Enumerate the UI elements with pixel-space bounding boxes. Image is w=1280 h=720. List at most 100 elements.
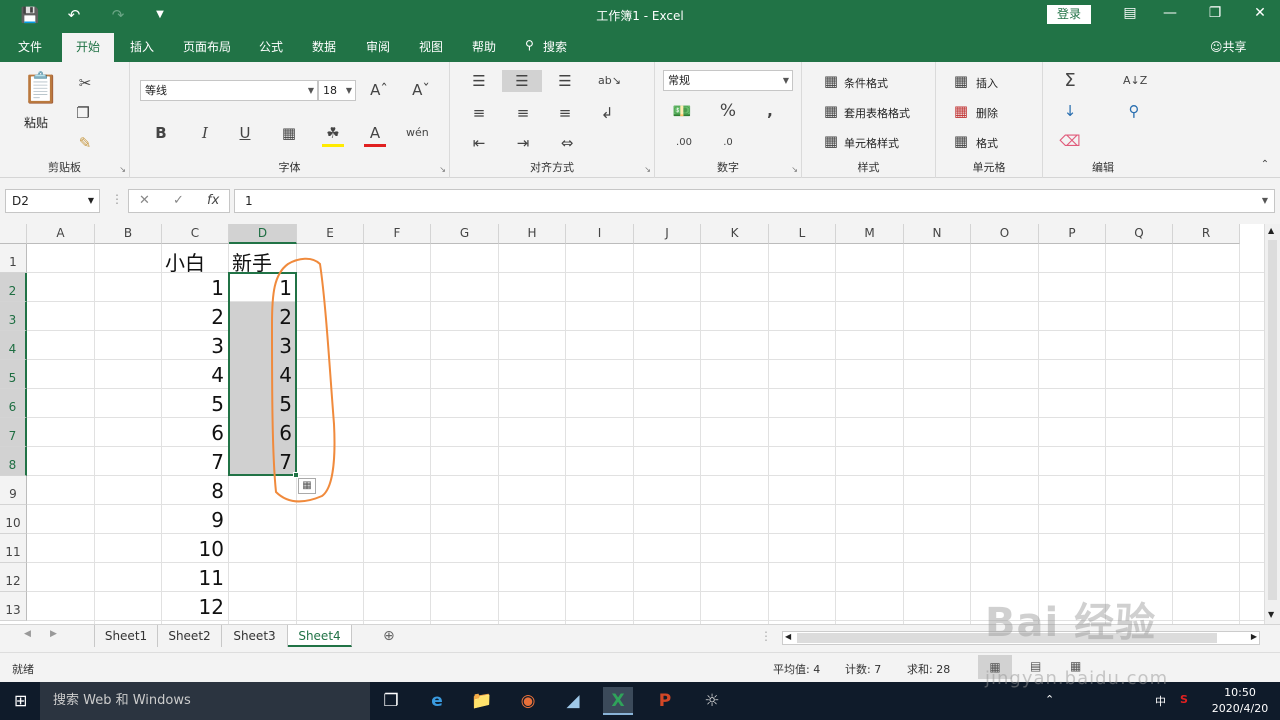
restore-icon[interactable]: ❐	[1200, 5, 1230, 21]
app-icon[interactable]: ◢	[558, 687, 588, 715]
scroll-down-icon[interactable]: ▼	[1268, 610, 1274, 619]
tab-insert[interactable]: 插入	[130, 38, 154, 55]
taskbar-search[interactable]: 搜索 Web 和 Windows	[40, 682, 370, 720]
conditional-format-button[interactable]: 条件格式	[844, 75, 888, 91]
column-header-j[interactable]: J	[634, 224, 701, 244]
search-icon[interactable]: ⚲	[525, 38, 534, 52]
cell-d3[interactable]: 2	[232, 305, 292, 329]
row-header-1[interactable]: 1	[0, 244, 27, 273]
row-header-4[interactable]: 4	[0, 331, 27, 360]
powerpoint-icon[interactable]: P	[650, 687, 680, 715]
alignment-launcher-icon[interactable]: ↘	[644, 165, 651, 174]
cell-d7[interactable]: 6	[232, 421, 292, 445]
align-center-icon[interactable]: ≡	[512, 102, 534, 124]
clear-icon[interactable]: ⌫	[1059, 130, 1081, 152]
row-header-13[interactable]: 13	[0, 592, 27, 621]
tab-help[interactable]: 帮助	[472, 38, 496, 55]
increase-indent-icon[interactable]: ⇥	[512, 132, 534, 154]
cell-c1[interactable]: 小白	[165, 247, 224, 276]
align-top-icon[interactable]: ☰	[468, 70, 490, 92]
find-icon[interactable]: ⚲	[1123, 100, 1145, 122]
tab-page-layout[interactable]: 页面布局	[183, 38, 231, 55]
column-header-f[interactable]: F	[364, 224, 431, 244]
column-header-g[interactable]: G	[431, 224, 499, 244]
row-header-11[interactable]: 11	[0, 534, 27, 563]
paste-button[interactable]: 粘贴	[24, 114, 48, 131]
next-sheet-icon[interactable]: ▶	[50, 629, 57, 639]
collapse-ribbon-icon[interactable]: ⌃	[1254, 154, 1276, 176]
column-header-p[interactable]: P	[1039, 224, 1106, 244]
close-icon[interactable]: ✕	[1245, 5, 1275, 21]
scroll-thumb[interactable]	[1268, 240, 1277, 600]
windows-start-icon[interactable]: ⊞	[14, 691, 27, 710]
borders-icon[interactable]: ▦	[278, 122, 300, 144]
share-button[interactable]: ☺共享	[1210, 38, 1247, 55]
scroll-right-icon[interactable]: ▶	[1251, 632, 1257, 641]
phonetic-icon[interactable]: wén	[406, 122, 429, 144]
cell-d6[interactable]: 5	[232, 392, 292, 416]
delete-button[interactable]: 删除	[976, 105, 998, 121]
cell-c3[interactable]: 2	[165, 305, 224, 329]
sheet-tab-2[interactable]: Sheet2	[158, 625, 222, 647]
row-header-10[interactable]: 10	[0, 505, 27, 534]
column-header-a[interactable]: A	[27, 224, 95, 244]
add-sheet-icon[interactable]: ⊕	[383, 628, 395, 644]
column-header-o[interactable]: O	[971, 224, 1039, 244]
cell-c12[interactable]: 11	[165, 566, 224, 590]
enter-icon[interactable]: ✓	[173, 193, 184, 208]
font-size-combo[interactable]: 18 ▼	[318, 80, 356, 101]
column-header-m[interactable]: M	[836, 224, 904, 244]
fill-color-icon[interactable]: ☘	[322, 122, 344, 147]
underline-icon[interactable]: U	[234, 122, 256, 144]
scroll-up-icon[interactable]: ▲	[1268, 226, 1274, 235]
merge-center-icon[interactable]: ⇔	[556, 132, 578, 154]
worksheet-grid[interactable]: A B C D E F G H I J K L M N O P Q R 1 2 3 4 5 6 7 8 9 10 11 12 13 ▦ 小白 新手…	[0, 224, 1264, 624]
font-launcher-icon[interactable]: ↘	[439, 165, 446, 174]
cell-c13[interactable]: 12	[165, 595, 224, 619]
insert-cells-icon[interactable]: ▦	[950, 70, 972, 92]
row-header-2[interactable]: 2	[0, 273, 27, 302]
tray-chevron-icon[interactable]: ⌃	[1045, 693, 1054, 706]
ime-indicator[interactable]: 中	[1155, 693, 1166, 709]
increase-font-icon[interactable]: Aˆ	[368, 79, 390, 101]
align-right-icon[interactable]: ≡	[554, 102, 576, 124]
select-all-corner[interactable]	[0, 224, 27, 244]
paint-icon[interactable]: ☼	[697, 687, 727, 715]
fill-icon[interactable]: ↓	[1059, 100, 1081, 122]
cancel-icon[interactable]: ✕	[139, 193, 150, 208]
format-cells-icon[interactable]: ▦	[950, 130, 972, 152]
font-name-combo[interactable]: 等线 ▼	[140, 80, 318, 101]
minimize-icon[interactable]: —	[1155, 5, 1185, 21]
excel-icon[interactable]: X	[603, 687, 633, 715]
cell-c6[interactable]: 5	[165, 392, 224, 416]
row-header-12[interactable]: 12	[0, 563, 27, 592]
italic-icon[interactable]: I	[194, 122, 216, 144]
prev-sheet-icon[interactable]: ◀	[24, 629, 31, 639]
file-explorer-icon[interactable]: 📁	[467, 687, 497, 715]
clipboard-launcher-icon[interactable]: ↘	[119, 165, 126, 174]
format-button[interactable]: 格式	[976, 135, 998, 151]
align-left-icon[interactable]: ≡	[468, 102, 490, 124]
percent-icon[interactable]: %	[717, 100, 739, 122]
align-middle-icon[interactable]: ☰	[502, 70, 542, 92]
tab-search[interactable]: 搜索	[543, 38, 567, 55]
decrease-indent-icon[interactable]: ⇤	[468, 132, 490, 154]
wrap-text-icon[interactable]: ↲	[596, 102, 618, 124]
column-header-i[interactable]: I	[566, 224, 634, 244]
cell-c10[interactable]: 9	[165, 508, 224, 532]
column-header-q[interactable]: Q	[1106, 224, 1173, 244]
cell-c11[interactable]: 10	[165, 537, 224, 561]
increase-decimal-icon[interactable]: .00	[673, 132, 695, 154]
paste-icon[interactable]: 📋	[22, 72, 59, 106]
column-header-c[interactable]: C	[162, 224, 229, 244]
font-color-icon[interactable]: A	[364, 122, 386, 147]
accounting-format-icon[interactable]: 💵	[671, 100, 693, 122]
autosum-icon[interactable]: Σ	[1059, 70, 1081, 92]
cell-d1[interactable]: 新手	[232, 247, 292, 276]
decrease-font-icon[interactable]: Aˇ	[410, 79, 432, 101]
sheet-tab-3[interactable]: Sheet3	[222, 625, 288, 647]
column-header-d[interactable]: D	[229, 224, 297, 244]
cell-d8[interactable]: 7	[232, 450, 292, 474]
cell-c2[interactable]: 1	[165, 276, 224, 300]
number-launcher-icon[interactable]: ↘	[791, 165, 798, 174]
